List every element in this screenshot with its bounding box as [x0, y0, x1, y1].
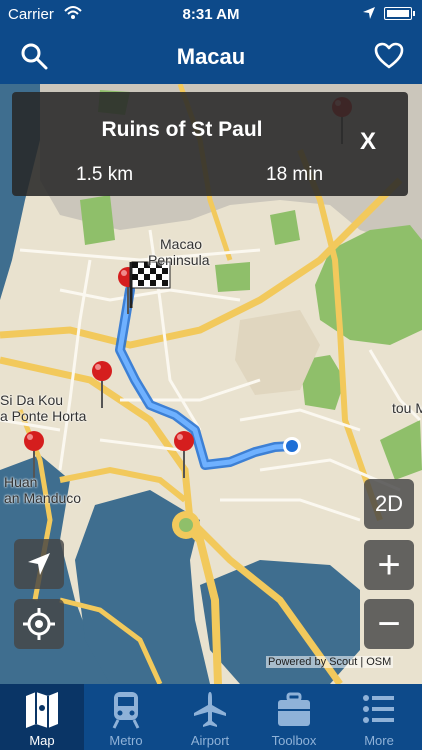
tab-metro[interactable]: Metro [84, 684, 168, 750]
map-pin-icon[interactable] [22, 430, 46, 480]
navigation-bar: Macau [0, 28, 422, 84]
tab-label: Map [29, 733, 55, 748]
map-icon [26, 692, 58, 728]
location-arrow-icon [363, 7, 375, 19]
crosshair-icon [23, 608, 55, 640]
navigate-button[interactable] [14, 539, 64, 589]
locate-me-button[interactable] [14, 599, 64, 649]
close-route-button[interactable]: X [360, 128, 376, 156]
battery-icon [384, 7, 415, 20]
page-title: Macau [176, 44, 246, 69]
route-info-card: Ruins of St Paul 1.5 km 18 min X [12, 92, 408, 196]
tab-bar: Map Metro Airport Toolbox More [0, 684, 422, 750]
tab-more[interactable]: More [336, 684, 422, 750]
map-label: a Ponte Horta [0, 408, 87, 424]
route-duration: 18 min [266, 164, 324, 185]
heart-icon[interactable] [374, 42, 404, 70]
zoom-in-button[interactable]: + [364, 540, 414, 590]
map-label: Macao [160, 236, 203, 252]
navigation-arrow-icon [28, 553, 50, 575]
tab-label: Metro [109, 733, 143, 748]
train-icon [112, 692, 140, 729]
map-pin-icon[interactable] [172, 430, 196, 480]
tab-toolbox[interactable]: Toolbox [252, 684, 336, 750]
map-attribution[interactable]: Powered by Scout | OSM [266, 656, 394, 668]
toolbox-icon [278, 692, 310, 726]
map-label: Peninsula [148, 252, 210, 268]
map-label: Huan [4, 474, 38, 490]
map-mode-button[interactable]: 2D [364, 479, 414, 529]
tab-map[interactable]: Map [0, 684, 84, 750]
map-label: an Manduco [4, 490, 82, 506]
tab-label: Airport [190, 733, 230, 748]
tab-label: Toolbox [271, 733, 317, 748]
airplane-icon [194, 692, 226, 727]
map-label: Si Da Kou [0, 392, 64, 408]
destination-name: Ruins of St Paul [101, 118, 263, 141]
tab-label: More [364, 733, 394, 748]
list-icon [363, 695, 394, 723]
map-pin-icon[interactable] [90, 360, 114, 410]
map-label: tou M [392, 400, 422, 416]
status-time: 8:31 AM [182, 6, 240, 23]
tab-airport[interactable]: Airport [168, 684, 252, 750]
status-bar: Carrier 8:31 AM [0, 0, 422, 28]
route-distance: 1.5 km [76, 164, 134, 185]
zoom-out-button[interactable]: − [364, 599, 414, 649]
